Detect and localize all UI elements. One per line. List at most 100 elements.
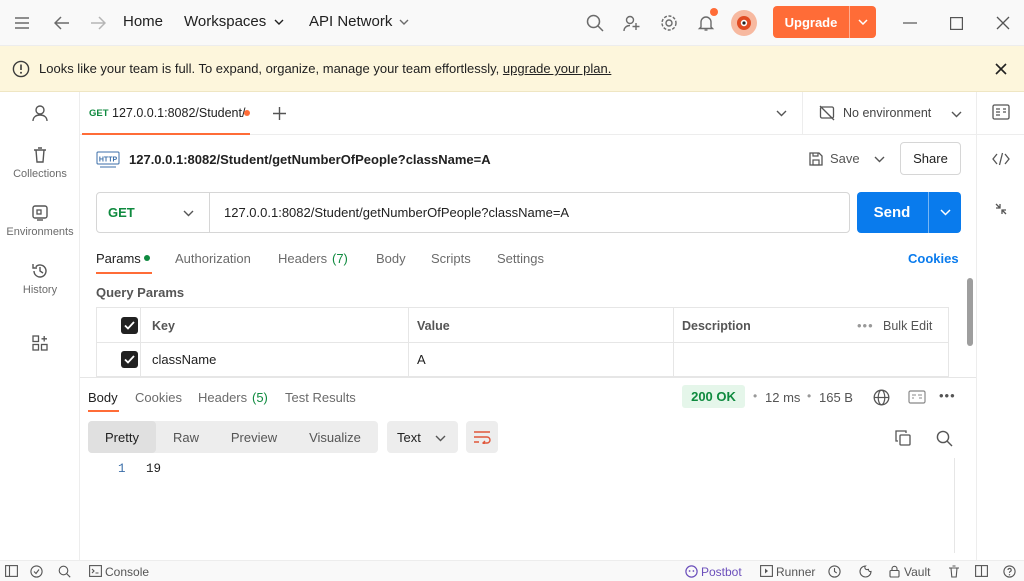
- url-input[interactable]: 127.0.0.1:8082/Student/getNumberOfPeople…: [224, 205, 569, 220]
- param-key[interactable]: className: [152, 352, 216, 367]
- response-tab-body[interactable]: Body: [88, 390, 118, 405]
- avatar[interactable]: [731, 10, 757, 36]
- environment-quick-look-icon[interactable]: [990, 101, 1012, 123]
- response-type-select[interactable]: Text: [387, 421, 458, 453]
- sidebar-item-environments[interactable]: Environments: [0, 204, 80, 238]
- chevron-down-icon[interactable]: [850, 6, 876, 38]
- response-tab-cookies[interactable]: Cookies: [135, 390, 182, 405]
- send-button[interactable]: Send: [857, 192, 961, 233]
- nav-workspaces[interactable]: Workspaces: [184, 13, 266, 30]
- request-pane-scrollbar[interactable]: [967, 278, 973, 346]
- environment-selector[interactable]: No environment: [802, 92, 976, 135]
- console-label[interactable]: Console: [105, 565, 149, 579]
- tab-headers[interactable]: Headers: [278, 251, 327, 266]
- runner-label[interactable]: Runner: [776, 565, 815, 579]
- save-label: Save: [830, 151, 860, 166]
- format-raw[interactable]: Raw: [156, 421, 216, 453]
- status-bar: Console Postbot Runner Vault: [0, 560, 1024, 581]
- sidebar-item-configure[interactable]: [0, 334, 80, 356]
- tab-authorization[interactable]: Authorization: [175, 251, 251, 266]
- vault-icon[interactable]: [886, 563, 902, 579]
- save-button[interactable]: Save: [805, 147, 865, 171]
- nav-api-network[interactable]: API Network: [309, 13, 392, 30]
- send-label: Send: [873, 204, 911, 221]
- maximize-icon[interactable]: [944, 11, 968, 35]
- param-value[interactable]: A: [417, 352, 426, 367]
- close-icon[interactable]: [990, 58, 1012, 80]
- cookies-link[interactable]: Cookies: [908, 251, 959, 266]
- request-name[interactable]: 127.0.0.1:8082/Student/getNumberOfPeople…: [129, 152, 491, 167]
- status-badge[interactable]: 200 OK: [682, 385, 745, 408]
- save-response-icon[interactable]: [906, 387, 928, 407]
- more-options-icon[interactable]: •••: [939, 388, 956, 403]
- tab-method: GET: [89, 108, 109, 119]
- search-icon[interactable]: [583, 11, 607, 35]
- console-icon[interactable]: [87, 563, 103, 579]
- bulk-edit-button[interactable]: Bulk Edit: [883, 319, 932, 333]
- warning-icon: [12, 60, 30, 78]
- sidebar-item-history[interactable]: History: [0, 262, 80, 296]
- select-all-checkbox[interactable]: [121, 317, 138, 334]
- chevron-down-icon[interactable]: [929, 192, 961, 233]
- online-status-icon[interactable]: [28, 563, 44, 579]
- tab-scripts[interactable]: Scripts: [431, 251, 471, 266]
- response-scrollbar-track[interactable]: [954, 458, 955, 553]
- upgrade-plan-link[interactable]: upgrade your plan.: [503, 61, 611, 76]
- back-arrow-icon[interactable]: [50, 11, 74, 35]
- environment-label: No environment: [843, 106, 932, 120]
- gear-icon[interactable]: [657, 11, 681, 35]
- save-options-chevron-icon[interactable]: [870, 150, 888, 168]
- start-proxy-icon[interactable]: [826, 563, 842, 579]
- headers-count: (7): [332, 251, 348, 266]
- tab-body[interactable]: Body: [376, 251, 406, 266]
- user-icon: [32, 105, 48, 122]
- new-tab-plus-icon[interactable]: [268, 102, 290, 124]
- invite-user-icon[interactable]: [620, 11, 644, 35]
- response-time[interactable]: 12 ms: [765, 390, 800, 405]
- upgrade-button[interactable]: Upgrade: [773, 6, 876, 38]
- menu-icon[interactable]: [10, 11, 34, 35]
- line-number: 1: [118, 462, 126, 476]
- tab-request[interactable]: GET 127.0.0.1:8082/Student/: [82, 92, 250, 135]
- runner-icon[interactable]: [758, 563, 774, 579]
- row-enabled-checkbox[interactable]: [121, 351, 138, 368]
- wrap-lines-icon[interactable]: [466, 421, 498, 453]
- find-icon[interactable]: [56, 563, 72, 579]
- tab-params[interactable]: Params: [96, 251, 141, 266]
- minimize-icon[interactable]: [898, 11, 922, 35]
- tabs-dropdown-chevron-icon[interactable]: [772, 104, 790, 122]
- response-body-underline: [88, 410, 119, 412]
- globe-icon[interactable]: [871, 387, 891, 407]
- more-options-icon[interactable]: •••: [857, 318, 874, 333]
- postbot-label[interactable]: Postbot: [701, 565, 742, 579]
- sidebar-item-collections[interactable]: Collections: [0, 146, 80, 180]
- nav-home[interactable]: Home: [123, 13, 163, 30]
- response-tab-headers[interactable]: Headers: [198, 390, 247, 405]
- postbot-icon[interactable]: [683, 563, 699, 579]
- code-icon[interactable]: [990, 148, 1012, 170]
- forward-arrow-icon[interactable]: [86, 11, 110, 35]
- response-body-text[interactable]: 19: [146, 462, 161, 476]
- save-icon: [807, 150, 825, 168]
- method-select[interactable]: GET: [97, 193, 210, 232]
- sidebar-item-profile[interactable]: [0, 104, 80, 126]
- format-pretty[interactable]: Pretty: [88, 421, 156, 453]
- share-button[interactable]: Share: [900, 142, 961, 175]
- vault-label[interactable]: Vault: [904, 565, 930, 579]
- tab-settings[interactable]: Settings: [497, 251, 544, 266]
- search-icon[interactable]: [933, 427, 955, 449]
- chevron-down-icon: [432, 430, 448, 446]
- close-window-icon[interactable]: [991, 11, 1015, 35]
- format-visualize[interactable]: Visualize: [292, 421, 378, 453]
- response-size[interactable]: 165 B: [819, 390, 853, 405]
- format-preview[interactable]: Preview: [216, 421, 292, 453]
- help-icon[interactable]: [1001, 563, 1017, 579]
- layout-toggle-icon[interactable]: [973, 563, 989, 579]
- trash-icon[interactable]: [946, 563, 962, 579]
- response-tab-test-results[interactable]: Test Results: [285, 390, 356, 405]
- related-collections-icon[interactable]: [990, 198, 1012, 220]
- column-header-value: Value: [417, 319, 450, 333]
- toggle-sidebar-icon[interactable]: [3, 563, 19, 579]
- cookies-icon[interactable]: [857, 563, 873, 579]
- copy-icon[interactable]: [892, 427, 914, 449]
